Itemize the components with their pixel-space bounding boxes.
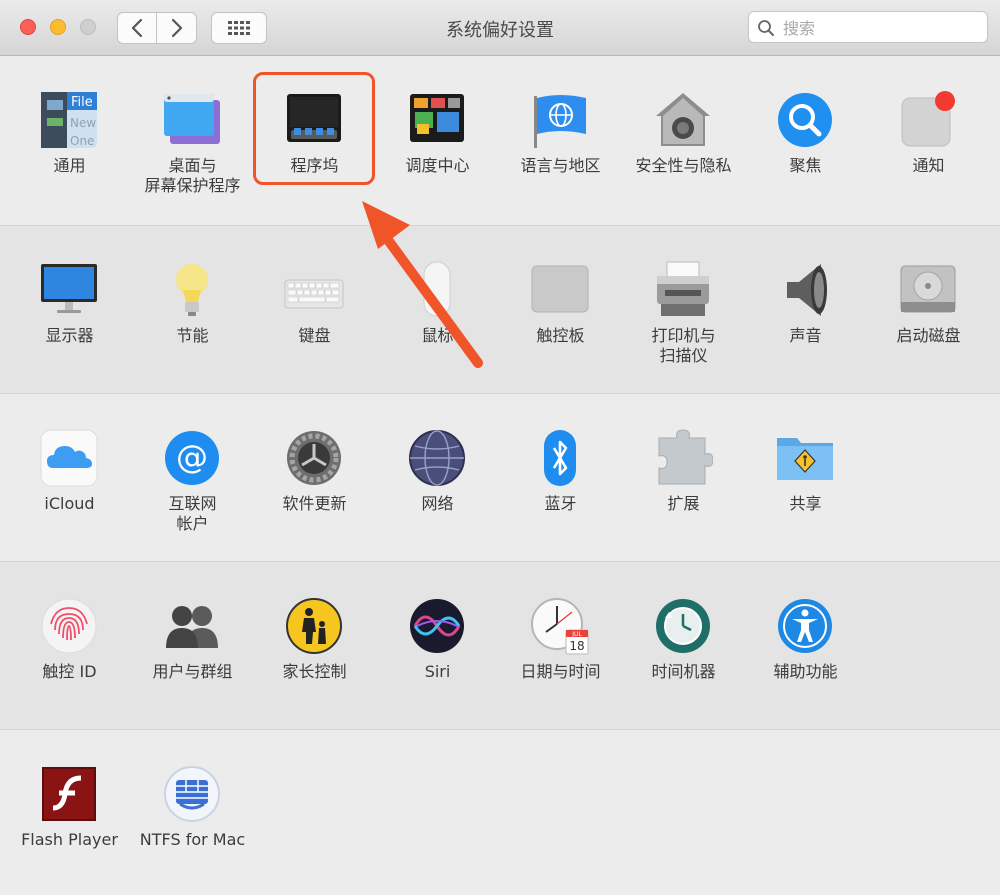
show-all-button[interactable] <box>211 12 267 44</box>
mission-control-icon <box>410 94 464 142</box>
bluetooth-icon <box>544 430 576 486</box>
pref-label: 桌面与 屏幕保护程序 <box>144 156 241 195</box>
svg-text:JUL: JUL <box>571 631 582 638</box>
parental-controls-icon <box>286 598 342 654</box>
keyboard-icon <box>284 279 344 309</box>
search-field[interactable] <box>748 11 988 43</box>
siri-icon <box>410 599 464 653</box>
pref-label: 安全性与隐私 <box>635 156 732 175</box>
time-machine-icon <box>656 599 710 653</box>
pref-label: 触控板 <box>536 326 585 345</box>
pref-label: 共享 <box>789 494 822 513</box>
zoom-button[interactable] <box>80 19 96 35</box>
hard-disk-icon <box>900 265 956 313</box>
accessibility-icon <box>778 599 832 653</box>
house-safe-icon <box>656 93 710 146</box>
pref-label: 用户与群组 <box>152 662 233 681</box>
flag-globe-icon <box>534 95 586 148</box>
pref-label: 家长控制 <box>282 662 347 681</box>
chevron-left-icon <box>131 18 143 38</box>
pane-row-system: 触控 ID 用户与群组 家长控制 Siri JUL 18 日期与时间 时间机器 … <box>0 562 1000 730</box>
pref-label: 聚焦 <box>789 156 822 175</box>
at-sign-icon: @ <box>165 431 219 485</box>
pref-label: 网络 <box>421 494 454 513</box>
spotlight-icon <box>778 93 832 147</box>
display-icon <box>41 264 97 313</box>
pref-label: 辅助功能 <box>773 662 838 681</box>
ntfs-drive-icon <box>164 766 220 822</box>
puzzle-piece-icon <box>658 429 713 485</box>
icloud-icon <box>40 429 98 487</box>
search-input[interactable] <box>781 15 981 41</box>
svg-text:@: @ <box>176 438 208 476</box>
svg-text:File: File <box>71 95 93 110</box>
general-icon: File New One <box>41 92 97 148</box>
pref-label: 互联网 帐户 <box>168 494 217 533</box>
pref-label: 启动磁盘 <box>896 326 961 345</box>
pane-row-internet: iCloud @ 互联网 帐户 软件更新 网络 蓝牙 扩展 共享 <box>0 394 1000 562</box>
trackpad-icon <box>531 265 589 313</box>
svg-text:18: 18 <box>569 639 584 653</box>
dock-highlight-box <box>253 72 375 185</box>
pane-row-hardware: 显示器 节能 键盘 鼠标 触控板 打印机与 扫描仪 声音 启动磁盘 <box>0 226 1000 394</box>
chevron-right-icon <box>171 18 182 38</box>
pref-label: 通知 <box>912 156 945 175</box>
fingerprint-icon <box>41 598 97 654</box>
pref-label: 显示器 <box>45 326 94 345</box>
pane-row-personal: File New One 通用 桌面与 屏幕保护程序 程序坞 调度中心 语言与地… <box>0 56 1000 226</box>
pref-label: 调度中心 <box>405 156 470 175</box>
users-icon <box>166 606 218 648</box>
gear-icon <box>287 431 341 485</box>
pref-label: 触控 ID <box>42 662 97 681</box>
pref-label: NTFS for Mac <box>139 830 246 849</box>
pref-label: 扩展 <box>667 494 700 513</box>
search-icon <box>758 20 774 36</box>
pref-label: iCloud <box>44 494 95 513</box>
notifications-icon <box>901 91 955 147</box>
pref-label: Flash Player <box>21 830 118 849</box>
pref-label: 日期与时间 <box>520 662 601 681</box>
close-button[interactable] <box>20 19 36 35</box>
desktop-screensaver-icon <box>164 94 220 144</box>
pref-label: 打印机与 扫描仪 <box>651 326 716 365</box>
pane-row-other: Flash Player NTFS for Mac <box>0 730 1000 895</box>
pref-label: 通用 <box>53 156 86 175</box>
pref-label: Siri <box>424 662 451 681</box>
network-globe-icon <box>409 430 465 486</box>
lightbulb-icon <box>176 264 208 316</box>
minimize-button[interactable] <box>50 19 66 35</box>
forward-button[interactable] <box>157 12 197 44</box>
pref-label: 软件更新 <box>282 494 347 513</box>
pref-label: 时间机器 <box>651 662 716 681</box>
back-button[interactable] <box>117 12 157 44</box>
flash-player-icon <box>42 767 96 821</box>
clock-calendar-icon: JUL 18 <box>531 598 589 655</box>
speaker-icon <box>787 264 827 316</box>
svg-text:One: One <box>70 134 94 148</box>
pref-label: 蓝牙 <box>544 494 577 513</box>
pref-label: 节能 <box>176 326 209 345</box>
pref-label: 声音 <box>789 326 822 345</box>
title-bar: 系统偏好设置 <box>0 0 1000 56</box>
grid-icon <box>228 21 250 35</box>
pref-label: 语言与地区 <box>520 156 601 175</box>
shared-folder-icon <box>777 438 833 480</box>
system-preferences-window: 系统偏好设置 File New One 通用 <box>0 0 1000 895</box>
printer-icon <box>657 261 709 316</box>
arrow-pointer-icon <box>362 201 483 368</box>
svg-text:New: New <box>70 116 96 130</box>
